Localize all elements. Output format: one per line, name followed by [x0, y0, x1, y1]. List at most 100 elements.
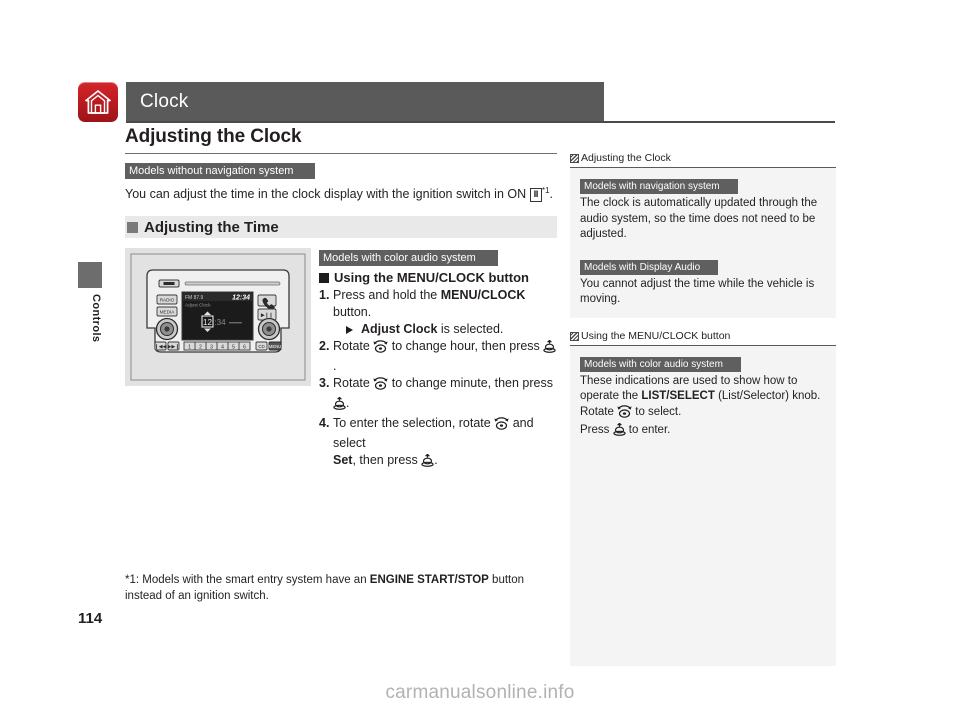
rotate-knob-icon	[617, 404, 632, 424]
color-audio-unit-illustration: RADIO MEDIA ▶❙❙ FM 87.9 12:34 Adjust Clo…	[125, 248, 311, 386]
section-title-rule	[125, 153, 557, 154]
adjust-clock-label: Adjust Clock	[361, 322, 438, 336]
panel-spacer	[580, 243, 826, 257]
reference-marker-icon	[570, 154, 579, 163]
press-knob-icon	[333, 396, 346, 415]
sidebar-heading-adjusting-the-clock: Adjusting the Clock	[570, 152, 836, 168]
step-text-part: To enter the selection, rotate	[333, 416, 495, 430]
figure-and-steps-row: RADIO MEDIA ▶❙❙ FM 87.9 12:34 Adjust Clo…	[125, 248, 557, 472]
step-text-part: Press and hold the	[333, 288, 441, 302]
sidebar-panel-1: Models with navigation system The clock …	[570, 168, 836, 318]
page-header: Clock	[78, 82, 835, 123]
sidebar-text-indications: These indications are used to show how t…	[580, 374, 826, 405]
sidebar-text-part: to select.	[632, 405, 682, 418]
step-text-part: .	[333, 359, 337, 373]
manual-page: Clock Controls Adjusting the Clock Model…	[0, 0, 960, 722]
svg-text:5: 5	[232, 344, 235, 350]
subsection-header: Adjusting the Time	[125, 216, 557, 238]
chapter-side-tab: Controls	[78, 262, 102, 342]
reference-sidebar: Adjusting the Clock Models with navigati…	[570, 152, 836, 666]
step-number: 3.	[319, 376, 330, 390]
sidebar-text-nav: The clock is automatically updated throu…	[580, 197, 818, 240]
steps-heading: Using the MENU/CLOCK button	[319, 270, 557, 285]
svg-text:2: 2	[199, 344, 202, 350]
model-tag-without-nav: Models without navigation system	[125, 163, 316, 179]
steps-column: Models with color audio system Using the…	[319, 248, 557, 472]
square-bullet-icon	[127, 221, 138, 233]
rotate-knob-icon	[373, 340, 388, 358]
step-text-part: .	[434, 453, 438, 467]
reference-marker-icon	[570, 331, 579, 341]
sidebar-text-part: to enter.	[625, 424, 671, 436]
rotate-knob-icon	[373, 377, 388, 395]
svg-text:CD: CD	[258, 344, 264, 349]
arrow-right-icon	[346, 326, 353, 334]
sidebar-text-part: (List/Selector) knob.	[714, 390, 821, 402]
svg-text:RADIO: RADIO	[160, 298, 175, 303]
rotate-knob-icon	[494, 417, 509, 435]
intro-paragraph: You can adjust the time in the clock dis…	[125, 182, 557, 203]
step-number: 1.	[319, 288, 330, 302]
menu-clock-button-label: MENU/CLOCK	[440, 288, 526, 302]
svg-text:1: 1	[188, 344, 191, 350]
step-text-part: , then press	[352, 453, 422, 467]
svg-text:6: 6	[243, 344, 246, 350]
sidebar-heading-label: Adjusting the Clock	[581, 152, 671, 164]
svg-text:MEDIA: MEDIA	[160, 310, 175, 315]
sidebar-text-part: Rotate	[580, 405, 618, 418]
step-text-part: Rotate	[333, 339, 374, 353]
list-item: 4. To enter the selection, rotate and se…	[319, 415, 557, 472]
sidebar-text-display-audio: You cannot adjust the time while the veh…	[580, 277, 815, 306]
model-tag-display-audio: Models with Display Audio	[580, 259, 719, 275]
svg-text:Adjust Clock: Adjust Clock	[185, 303, 211, 308]
step-text-part: .	[346, 396, 350, 410]
svg-text:3: 3	[210, 344, 213, 350]
svg-text:FM 87.9: FM 87.9	[185, 295, 204, 301]
home-icon[interactable]	[78, 82, 118, 122]
svg-text:❙◀◀: ❙◀◀	[155, 344, 167, 350]
side-tab-label: Controls	[90, 294, 102, 343]
header-divider	[126, 121, 835, 123]
model-tag-color-audio: Models with color audio system	[580, 356, 741, 372]
svg-text:MENU: MENU	[269, 344, 281, 349]
page-number: 114	[78, 610, 103, 627]
press-knob-icon	[612, 422, 626, 442]
chapter-title-bar: Clock	[126, 82, 604, 122]
footnote-prefix: *1: Models with the smart entry system h…	[125, 574, 370, 586]
subsection-title: Adjusting the Time	[144, 218, 279, 236]
sidebar-heading-label: Using the MENU/CLOCK button	[581, 329, 731, 342]
svg-text:4: 4	[221, 344, 224, 350]
footnote: *1: Models with the smart entry system h…	[125, 572, 560, 604]
step-number: 2.	[319, 339, 330, 353]
intro-text-before: You can adjust the time in the clock dis…	[125, 187, 530, 201]
model-tag-color-audio: Models with color audio system	[319, 250, 498, 266]
substep: Adjust Clock is selected.	[333, 321, 557, 338]
intro-text-after: .	[549, 187, 553, 201]
model-tag-with-nav: Models with navigation system	[580, 179, 738, 194]
site-watermark: carmanualsonline.info	[385, 682, 575, 703]
sidebar-rotate-line: Rotate to select.	[580, 404, 826, 424]
sidebar-press-line: Press to enter.	[580, 422, 826, 442]
list-item: 1. Press and hold the MENU/CLOCK button.…	[319, 287, 557, 338]
step-text: Press and hold the MENU/CLOCK button.	[333, 288, 525, 319]
sidebar-text-part: Press	[580, 424, 613, 436]
list-item: 2. Rotate to change hour, then press .	[319, 338, 557, 375]
press-knob-icon	[543, 339, 556, 358]
substep-text: is selected.	[437, 322, 504, 336]
section-title: Adjusting the Clock	[125, 126, 302, 147]
procedure-list: 1. Press and hold the MENU/CLOCK button.…	[319, 287, 557, 472]
sidebar-panel-2: Models with color audio system These ind…	[570, 345, 836, 666]
svg-text:▶▶❙: ▶▶❙	[168, 344, 180, 350]
engine-start-stop-label: ENGINE START/STOP	[369, 574, 489, 586]
svg-text:12: 12	[203, 318, 212, 327]
ignition-on-symbol: II	[529, 188, 542, 202]
main-content: Adjusting the Clock Models without navig…	[125, 126, 557, 472]
svg-text:12:34: 12:34	[232, 295, 250, 302]
svg-text:▶❙❙: ▶❙❙	[261, 313, 273, 319]
steps-heading-label: Using the MENU/CLOCK button	[334, 270, 529, 285]
side-tab-swatch	[78, 262, 102, 288]
press-knob-icon	[421, 453, 434, 472]
house-glyph	[85, 90, 111, 114]
list-select-label: LIST/SELECT	[641, 390, 715, 402]
square-bullet-icon	[319, 272, 329, 283]
